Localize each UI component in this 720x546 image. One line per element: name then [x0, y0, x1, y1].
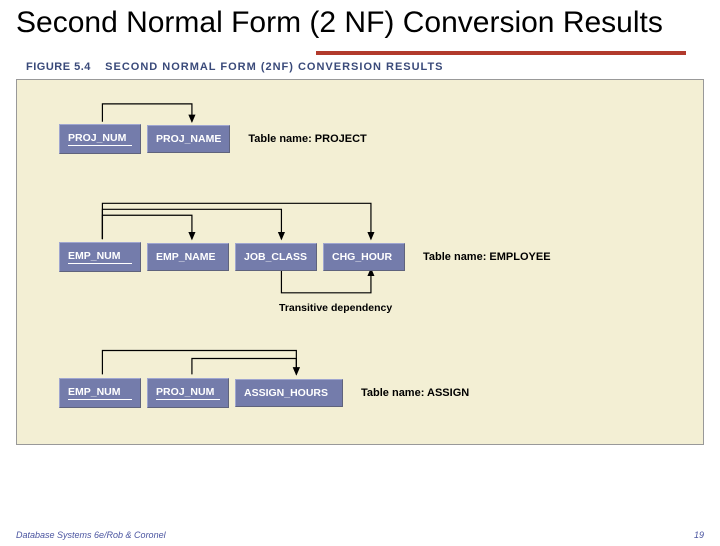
figure-number: FIGURE 5.4 — [26, 61, 91, 73]
title-underline — [316, 51, 686, 55]
table-employee: EMP_NUM EMP_NAME JOB_CLASS CHG_HOUR Tabl… — [59, 242, 551, 272]
figure-title: SECOND NORMAL FORM (2NF) CONVERSION RESU… — [105, 61, 443, 73]
col-proj-num-assign: PROJ_NUM — [147, 378, 229, 408]
col-assign-hours: ASSIGN_HOURS — [235, 379, 343, 407]
table-assign: EMP_NUM PROJ_NUM ASSIGN_HOURS Table name… — [59, 378, 469, 408]
col-emp-name: EMP_NAME — [147, 243, 229, 271]
table-name-employee: Table name: EMPLOYEE — [423, 251, 551, 263]
diagram-canvas: PROJ_NUM PROJ_NAME Table name: PROJECT E… — [16, 79, 704, 445]
figure-caption: FIGURE 5.4 SECOND NORMAL FORM (2NF) CONV… — [26, 61, 704, 73]
table-name-assign: Table name: ASSIGN — [361, 387, 469, 399]
page-title: Second Normal Form (2 NF) Conversion Res… — [16, 6, 704, 41]
footer: Database Systems 6e/Rob & Coronel 19 — [16, 530, 704, 540]
footer-page-number: 19 — [694, 530, 704, 540]
col-proj-num: PROJ_NUM — [59, 124, 141, 154]
col-proj-name: PROJ_NAME — [147, 125, 230, 153]
footer-left: Database Systems 6e/Rob & Coronel — [16, 530, 166, 540]
transitive-dependency-label: Transitive dependency — [279, 302, 392, 314]
table-name-project: Table name: PROJECT — [248, 133, 366, 145]
col-emp-num-assign: EMP_NUM — [59, 378, 141, 408]
col-chg-hour: CHG_HOUR — [323, 243, 405, 271]
col-job-class: JOB_CLASS — [235, 243, 317, 271]
col-emp-num: EMP_NUM — [59, 242, 141, 272]
table-project: PROJ_NUM PROJ_NAME Table name: PROJECT — [59, 124, 367, 154]
